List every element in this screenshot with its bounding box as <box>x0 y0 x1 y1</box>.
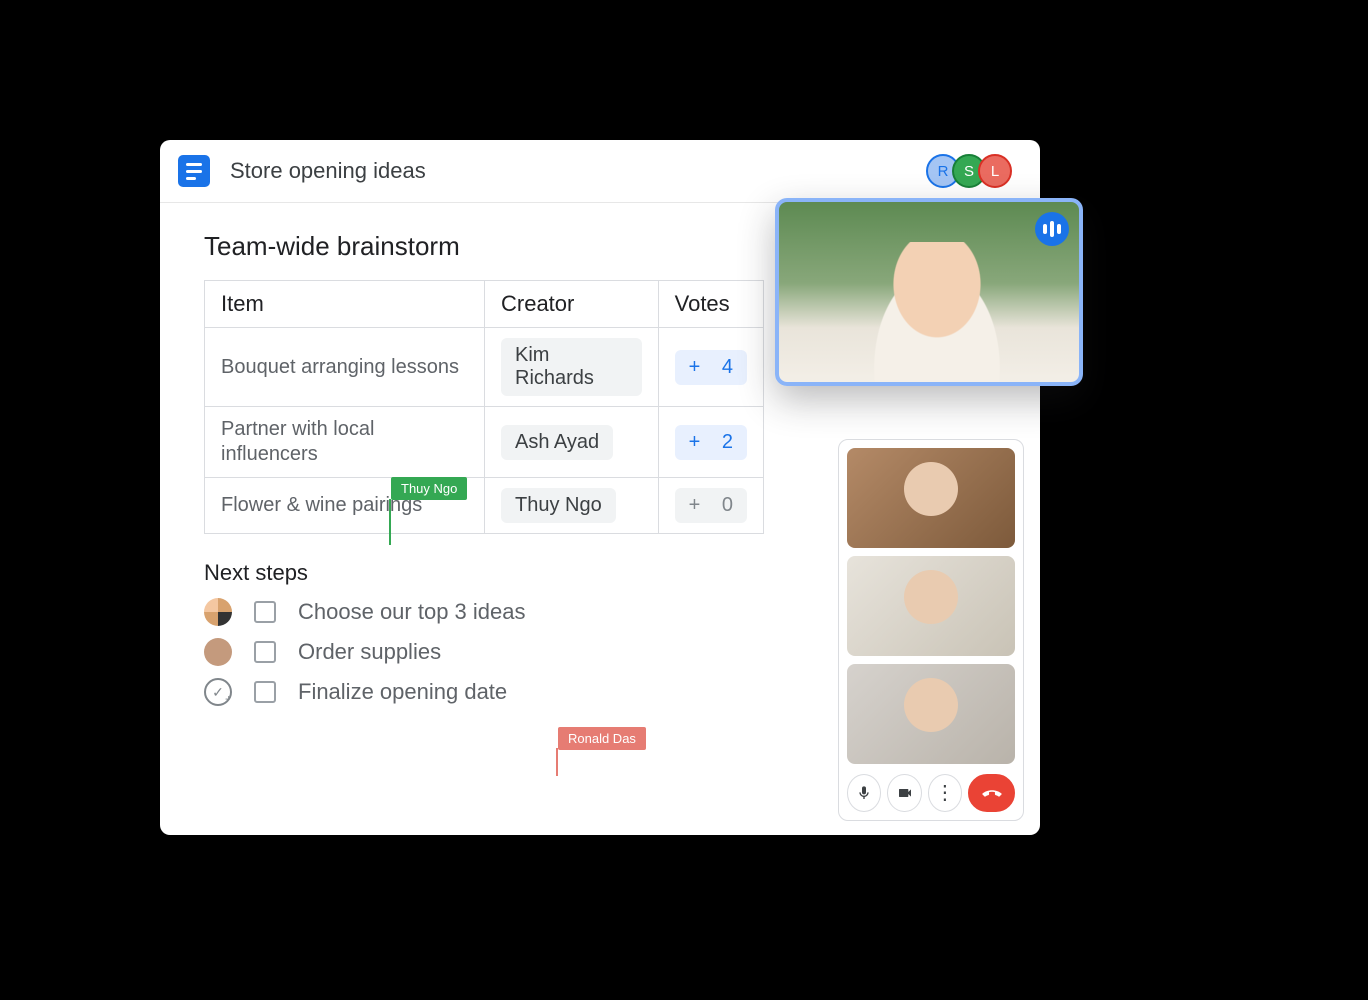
docs-logo-icon <box>178 155 210 187</box>
mic-icon <box>856 785 872 801</box>
brainstorm-table: Item Creator Votes Bouquet arranging les… <box>204 280 764 534</box>
creator-chip[interactable]: Kim Richards <box>501 338 642 396</box>
table-row: Bouquet arranging lessons Kim Richards +… <box>205 328 764 407</box>
avatar-l[interactable]: L <box>978 154 1012 188</box>
collaborator-cursor-flag-red: Ronald Das <box>558 727 646 750</box>
document-title[interactable]: Store opening ideas <box>230 158 934 184</box>
checklist-label[interactable]: Finalize opening date <box>298 679 507 705</box>
assignee-avatar[interactable] <box>204 638 232 666</box>
item-cell[interactable]: Partner with local influencers <box>205 407 485 478</box>
collaborator-avatars: R S L <box>934 154 1012 188</box>
collaborator-cursor-line-red <box>556 748 558 776</box>
table-row: Flower & wine pairings Thuy Ngo + 0 <box>205 478 764 534</box>
phone-hangup-icon <box>981 782 1003 804</box>
participant-thumbnail[interactable] <box>847 448 1015 548</box>
checkbox[interactable] <box>254 681 276 703</box>
meet-panel: ⋮ <box>838 439 1024 821</box>
camera-toggle-button[interactable] <box>887 774 921 812</box>
assign-task-icon[interactable] <box>204 678 232 706</box>
active-speaker-tile[interactable] <box>775 198 1083 386</box>
camera-icon <box>897 785 913 801</box>
col-creator: Creator <box>485 281 659 328</box>
collaborator-cursor-flag-green: Thuy Ngo <box>391 477 467 500</box>
participant-thumbnail[interactable] <box>847 556 1015 656</box>
item-cell[interactable]: Bouquet arranging lessons <box>205 328 485 407</box>
checklist-label[interactable]: Choose our top 3 ideas <box>298 599 526 625</box>
mic-toggle-button[interactable] <box>847 774 881 812</box>
checklist-label[interactable]: Order supplies <box>298 639 441 665</box>
more-options-button[interactable]: ⋮ <box>928 774 962 812</box>
checkbox[interactable] <box>254 641 276 663</box>
speaking-indicator-icon <box>1035 212 1069 246</box>
creator-chip[interactable]: Ash Ayad <box>501 425 613 460</box>
participant-thumbnail[interactable] <box>847 664 1015 764</box>
col-item: Item <box>205 281 485 328</box>
creator-chip[interactable]: Thuy Ngo <box>501 488 616 523</box>
hang-up-button[interactable] <box>968 774 1015 812</box>
collaborator-cursor-line-green <box>389 499 391 545</box>
col-votes: Votes <box>658 281 763 328</box>
meet-controls: ⋮ <box>847 772 1015 812</box>
checkbox[interactable] <box>254 601 276 623</box>
table-row: Partner with local influencers Ash Ayad … <box>205 407 764 478</box>
vote-chip[interactable]: + 4 <box>675 350 747 385</box>
assignee-avatar-group[interactable] <box>204 598 232 626</box>
header: Store opening ideas R S L <box>160 140 1040 203</box>
vote-chip[interactable]: + 0 <box>675 488 747 523</box>
vote-chip[interactable]: + 2 <box>675 425 747 460</box>
